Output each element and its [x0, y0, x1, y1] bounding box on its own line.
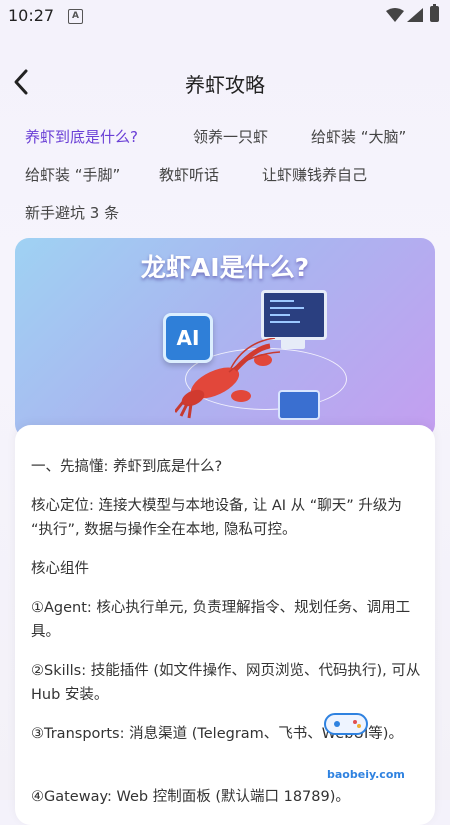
watermark-text: 宝贝游戏网 [274, 739, 411, 771]
wifi-icon [386, 8, 404, 22]
tab-adopt-shrimp[interactable]: 领养一只虾 [193, 126, 268, 147]
watermark-url: baobeiy.com [327, 768, 405, 781]
status-time: 10:27 [8, 6, 55, 25]
hero-banner: 龙虾AI是什么? AI [15, 238, 435, 438]
hero-title: 龙虾AI是什么? [140, 253, 310, 282]
article-paragraph: 核心定位: 连接大模型与本地设备, 让 AI 从 “聊天” 升级为 “执行”, … [31, 498, 402, 538]
notification-a-icon: A [68, 9, 83, 24]
lobster-icon [175, 338, 281, 419]
signal-icon [407, 8, 423, 22]
tab-install-limbs[interactable]: 给虾装 “手脚” [25, 164, 120, 185]
tab-what-is-shrimp[interactable]: 养虾到底是什么? [25, 126, 138, 147]
gamepad-icon [324, 713, 368, 735]
article-paragraph: ①Agent: 核心执行单元, 负责理解指令、规划任务、调用工具。 [31, 600, 411, 640]
monitor-icon [261, 290, 327, 340]
battery-icon [430, 6, 439, 22]
page-title: 养虾攻略 [185, 73, 265, 97]
tab-install-brain[interactable]: 给虾装 “大脑” [311, 126, 406, 147]
top-bar: 养虾攻略 [0, 55, 450, 111]
status-bar: 10:27 A [0, 0, 450, 34]
tab-train-shrimp[interactable]: 教虾听话 [159, 164, 219, 185]
article-paragraph: ②Skills: 技能插件 (如文件操作、网页浏览、代码执行), 可从 Hub … [31, 663, 421, 703]
tab-beginner-tips[interactable]: 新手避坑 3 条 [25, 202, 119, 223]
tab-make-money[interactable]: 让虾赚钱养自己 [262, 164, 367, 185]
watermark-logo: 宝贝游戏网 baobeiy.com [274, 710, 445, 790]
article-heading: 一、先搞懂: 养虾到底是什么? [31, 459, 223, 475]
article-paragraph: 核心组件 [31, 561, 89, 577]
